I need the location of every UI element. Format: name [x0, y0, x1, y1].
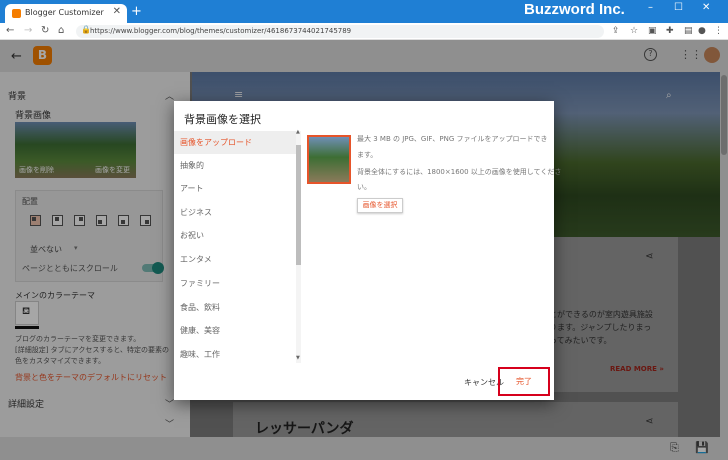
- scroll-down-icon[interactable]: ▼: [296, 355, 300, 361]
- upload-info-line1: 最大 3 MB の JPG、GIF、PNG ファイルをアップロードでき: [357, 135, 548, 143]
- category-hobby[interactable]: 趣味、工作: [174, 343, 296, 366]
- uploaded-image-thumbnail[interactable]: [307, 135, 351, 184]
- url-text: https://www.blogger.com/blog/themes/cust…: [90, 27, 352, 35]
- sidepanel-icon[interactable]: ▤: [684, 26, 693, 36]
- upload-info-line3: 背景全体にするには、1800×1600 以上の画像を使用してくださ: [357, 168, 562, 176]
- category-scrollbar-thumb[interactable]: [296, 145, 301, 265]
- upload-info-line4: い。: [357, 183, 371, 191]
- menu-icon[interactable]: ⋮: [714, 26, 723, 36]
- maximize-icon[interactable]: ☐: [674, 2, 683, 13]
- category-health[interactable]: 健康、美容: [174, 319, 296, 342]
- puzzle-icon[interactable]: ✚: [666, 26, 674, 36]
- bg-image-dialog: 背景画像を選択 画像をアップロード 抽象的 アート ビジネス お祝い エンタメ …: [174, 101, 561, 400]
- back-icon[interactable]: ←: [6, 25, 14, 36]
- new-tab-button[interactable]: +: [131, 4, 142, 19]
- category-upload[interactable]: 画像をアップロード: [174, 131, 296, 154]
- profile-icon[interactable]: ●: [698, 26, 706, 36]
- share-icon[interactable]: ⇪: [612, 26, 620, 36]
- done-button[interactable]: 完了: [498, 367, 550, 396]
- window-close-icon[interactable]: ✕: [702, 2, 710, 13]
- category-business[interactable]: ビジネス: [174, 201, 296, 224]
- tab-title: Blogger Customizer: [25, 8, 104, 17]
- brand-watermark: Buzzword Inc.: [524, 1, 625, 18]
- address-bar: ← → ↻ ⌂ 🔒 https://www.blogger.com/blog/t…: [0, 23, 728, 40]
- scroll-up-icon[interactable]: ▲: [296, 129, 300, 135]
- category-entertainment[interactable]: エンタメ: [174, 248, 296, 271]
- reload-icon[interactable]: ↻: [41, 25, 49, 36]
- tab-close-icon[interactable]: ✕: [113, 6, 121, 17]
- category-food[interactable]: 食品、飲料: [174, 296, 296, 319]
- browser-tab[interactable]: Blogger Customizer ✕: [5, 4, 127, 23]
- dialog-title: 背景画像を選択: [184, 113, 261, 126]
- url-field[interactable]: 🔒 https://www.blogger.com/blog/themes/cu…: [76, 25, 604, 38]
- extension-icon[interactable]: ▣: [648, 26, 657, 36]
- category-family[interactable]: ファミリー: [174, 272, 296, 295]
- category-celebration[interactable]: お祝い: [174, 224, 296, 247]
- minimize-icon[interactable]: –: [648, 2, 653, 13]
- browser-titlebar: Blogger Customizer ✕ + Buzzword Inc. – ☐…: [0, 0, 728, 23]
- category-art[interactable]: アート: [174, 177, 296, 200]
- bookmark-star-icon[interactable]: ☆: [630, 26, 638, 36]
- select-image-button[interactable]: 画像を選択: [357, 198, 403, 213]
- home-icon[interactable]: ⌂: [58, 25, 64, 36]
- category-abstract[interactable]: 抽象的: [174, 154, 296, 177]
- blogger-favicon-icon: [12, 9, 21, 18]
- category-scrollbar[interactable]: ▲ ▼: [296, 129, 301, 363]
- category-list: 画像をアップロード 抽象的 アート ビジネス お祝い エンタメ ファミリー 食品…: [174, 131, 301, 363]
- upload-info-line2: ます。: [357, 151, 378, 159]
- forward-icon[interactable]: →: [24, 25, 32, 36]
